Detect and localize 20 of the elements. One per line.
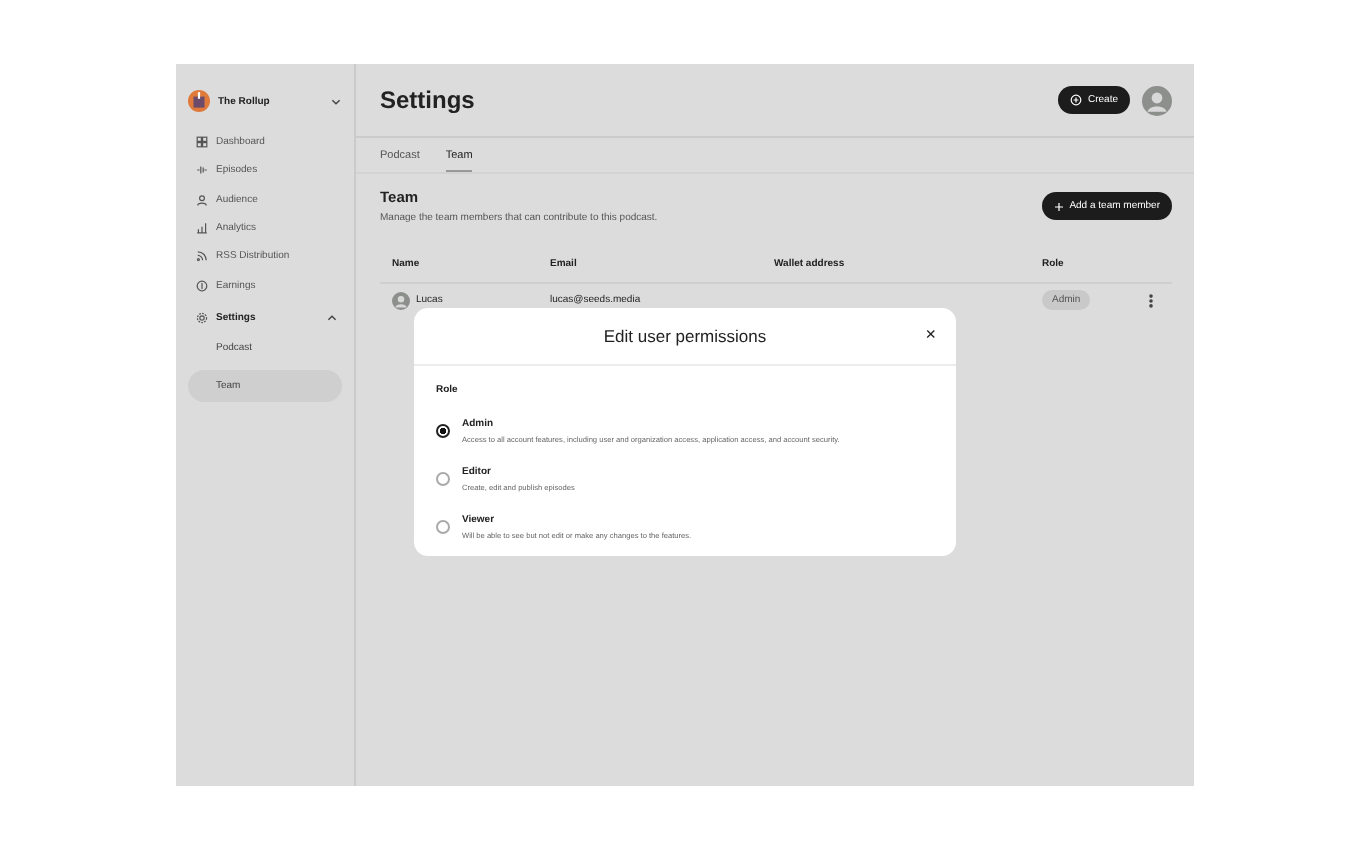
avatar-icon	[1142, 85, 1172, 115]
bar-chart-icon	[196, 222, 208, 235]
gear-icon	[196, 311, 208, 324]
coin-icon	[196, 279, 208, 292]
person-icon	[196, 193, 208, 206]
plus-circle-icon	[1069, 94, 1082, 106]
plus-icon	[1053, 201, 1064, 211]
radio-button[interactable]	[436, 471, 450, 485]
page-title: Settings	[380, 86, 475, 114]
podcast-logo-icon	[188, 90, 210, 112]
waveform-icon	[196, 164, 208, 177]
rss-icon	[196, 250, 208, 263]
close-button[interactable]: ×	[925, 324, 936, 346]
radio-button[interactable]	[436, 519, 450, 533]
grid-icon	[196, 136, 208, 149]
more-icon[interactable]	[1148, 293, 1154, 307]
avatar-icon	[392, 291, 410, 309]
chevron-icon	[330, 95, 342, 107]
modal-title: Edit user permissions	[603, 326, 767, 346]
radio-button[interactable]	[436, 423, 450, 437]
